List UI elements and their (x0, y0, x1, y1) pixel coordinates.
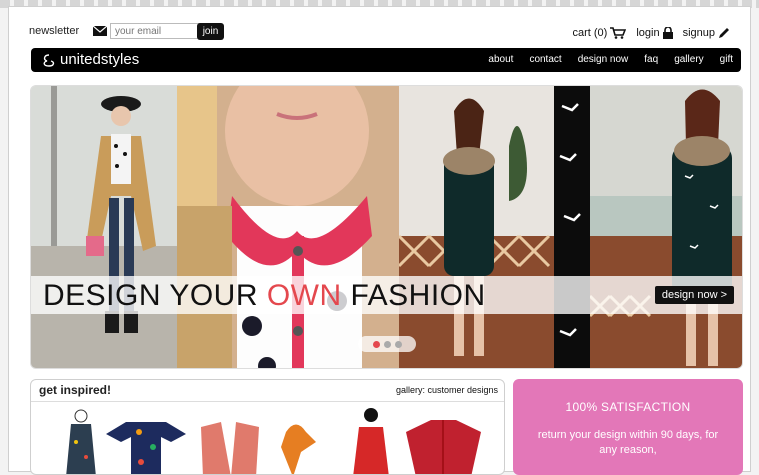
headline-part2: FASHION (341, 279, 486, 312)
login-label: login (636, 27, 660, 39)
main-navbar: unitedstyles about contact design now fa… (31, 48, 741, 72)
slider-dot-3[interactable] (394, 340, 402, 348)
newsletter-email-input[interactable] (110, 23, 204, 39)
brand-name: unitedstyles (60, 51, 140, 68)
satisfaction-body: return your design within 90 days, for a… (537, 429, 719, 456)
brand-logo[interactable]: unitedstyles (41, 51, 139, 68)
hero-photo-1 (31, 86, 177, 368)
hero-photo-4 (554, 86, 590, 368)
headline-accent: OWN (266, 279, 342, 312)
headline-part1: DESIGN YOUR (43, 279, 267, 312)
hero-headline: DESIGN YOUR OWN FASHION (43, 279, 486, 313)
slider-dot-2[interactable] (383, 340, 391, 348)
signup-link[interactable]: signup (683, 27, 730, 39)
cart-label: cart (0) (572, 27, 608, 39)
hero-photo-2 (177, 86, 399, 368)
gallery-customer-designs-link[interactable]: gallery: customer designs (396, 385, 498, 395)
envelope-icon (93, 26, 107, 36)
slider-dot-1[interactable] (372, 340, 380, 348)
nav-about[interactable]: about (488, 54, 513, 65)
nav-menu: about contact design now faq gallery gif… (488, 54, 733, 65)
account-links: cart (0) login signup (572, 27, 730, 39)
page-container: newsletter join cart (0) login signup un… (8, 6, 751, 475)
cart-link[interactable]: cart (0) (572, 27, 627, 39)
signup-label: signup (682, 27, 715, 39)
cart-icon (610, 27, 627, 39)
satisfaction-panel: 100% SATISFACTION return your design wit… (513, 379, 743, 475)
hero-photo-5 (590, 86, 742, 368)
satisfaction-title: 100% SATISFACTION (565, 400, 691, 414)
newsletter-label: newsletter (29, 25, 80, 37)
utility-bar: newsletter join cart (0) login signup (9, 7, 750, 43)
nav-contact[interactable]: contact (529, 54, 561, 65)
login-link[interactable]: login (636, 27, 673, 39)
hero-slider[interactable]: DESIGN YOUR OWN FASHION design now > (30, 85, 743, 369)
get-inspired-panel: get inspired! gallery: customer designs (30, 379, 505, 475)
hero-photo-3 (399, 86, 554, 368)
nav-faq[interactable]: faq (644, 54, 658, 65)
nav-gallery[interactable]: gallery (674, 54, 703, 65)
newsletter-join-button[interactable]: join (197, 23, 224, 40)
pencil-icon (719, 28, 729, 38)
design-sketches (66, 408, 481, 474)
design-now-button[interactable]: design now > (654, 286, 734, 304)
nav-gift[interactable]: gift (720, 54, 733, 65)
brand-logo-icon (43, 53, 55, 67)
slider-dots (358, 336, 416, 352)
lock-icon (662, 27, 673, 39)
nav-design-now[interactable]: design now (578, 54, 629, 65)
get-inspired-header: get inspired! gallery: customer designs (31, 380, 504, 402)
get-inspired-title: get inspired! (39, 383, 112, 397)
